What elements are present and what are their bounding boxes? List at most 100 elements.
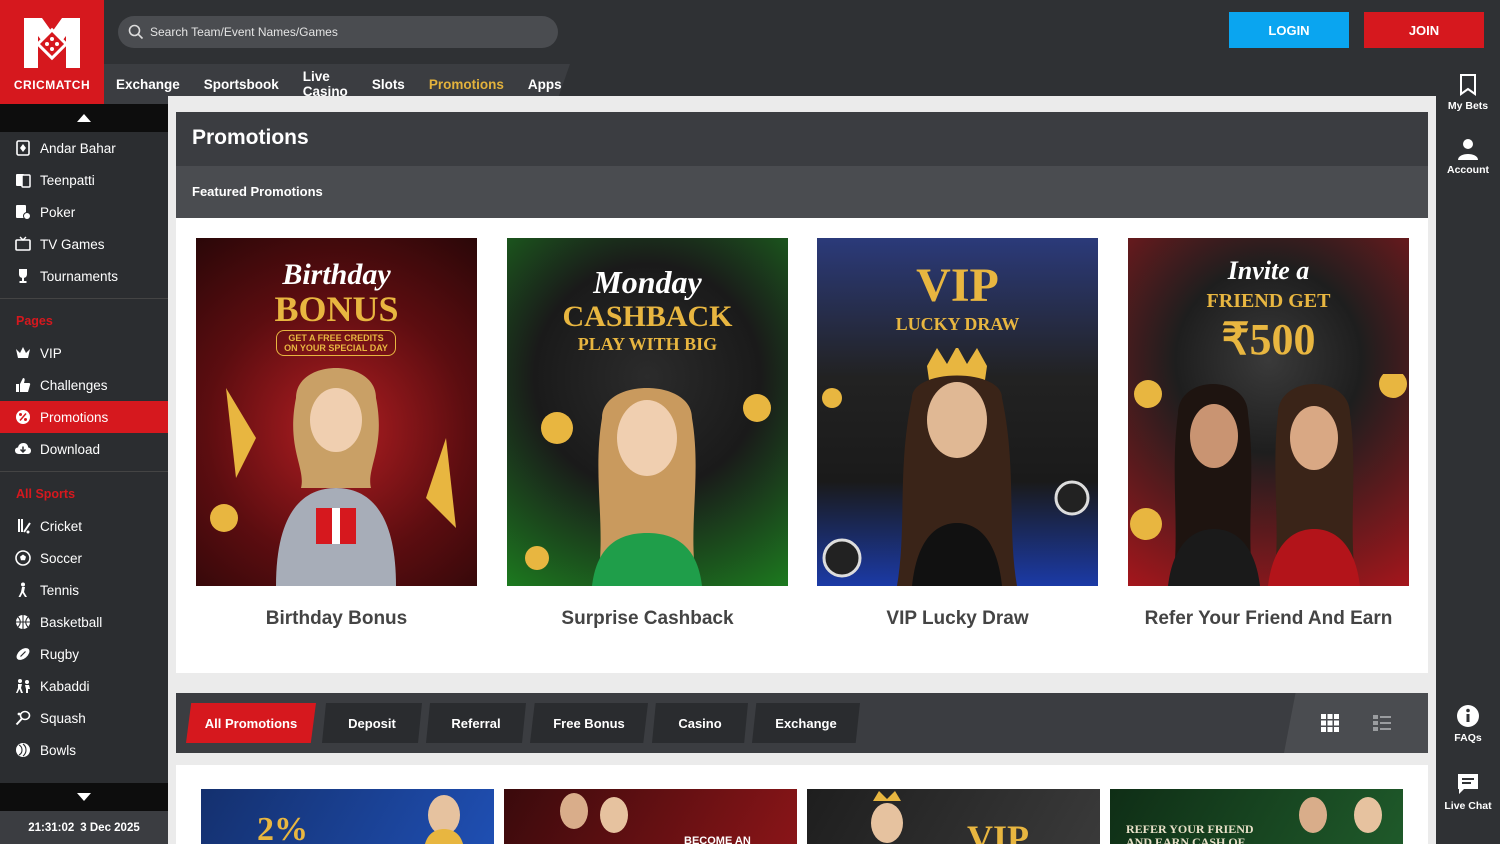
crown-icon <box>14 344 32 362</box>
brand-logo-mark <box>24 18 80 68</box>
sidebar-item-label: Squash <box>40 710 86 726</box>
sidebar-heading-pages: Pages <box>16 314 53 328</box>
grid-view-icon[interactable] <box>1320 713 1340 733</box>
promo-card-title: VIP Lucky Draw <box>886 608 1029 629</box>
live-chat-label: Live Chat <box>1444 800 1492 812</box>
trophy-icon <box>14 267 32 285</box>
filter-deposit[interactable]: Deposit <box>322 703 422 743</box>
caret-up-icon <box>77 114 91 122</box>
nav-apps[interactable]: Apps <box>528 77 562 92</box>
sidebar-item-teenpatti[interactable]: Teenpatti <box>0 164 168 196</box>
thumb-text: 2% <box>257 811 308 844</box>
search-bar[interactable] <box>118 16 558 48</box>
live-chat-button[interactable]: Live Chat <box>1436 772 1500 812</box>
clock-time: 21:31:02 <box>28 821 75 834</box>
page-title: Promotions <box>192 126 309 149</box>
promo-thumb-vip[interactable]: VIP <box>807 789 1100 844</box>
nav-slots[interactable]: Slots <box>372 77 405 92</box>
promo-card-refer-friend[interactable]: Invite a FRIEND GET ₹500 Refer Your Frie… <box>1128 238 1409 630</box>
nav-sportsbook[interactable]: Sportsbook <box>204 77 279 92</box>
sidebar-item-bowls[interactable]: Bowls <box>0 734 168 766</box>
tv-icon <box>14 235 32 253</box>
filter-exchange[interactable]: Exchange <box>752 703 860 743</box>
promo-card-birthday-bonus[interactable]: Birthday BONUS GET A FREE CREDITS ON YOU… <box>196 238 477 630</box>
sidebar-item-tennis[interactable]: Tennis <box>0 574 168 606</box>
rugby-icon <box>14 645 32 663</box>
info-icon <box>1457 705 1479 727</box>
faqs-button[interactable]: FAQs <box>1436 704 1500 744</box>
join-button[interactable]: JOIN <box>1364 12 1484 48</box>
faqs-label: FAQs <box>1454 732 1482 744</box>
promo-card-title: Surprise Cashback <box>561 608 734 629</box>
sidebar-item-squash[interactable]: Squash <box>0 702 168 734</box>
sidebar-divider <box>0 471 168 472</box>
sidebar-item-basketball[interactable]: Basketball <box>0 606 168 638</box>
soccer-icon <box>14 549 32 567</box>
filter-referral[interactable]: Referral <box>426 703 526 743</box>
promo-card-title: Birthday Bonus <box>265 608 408 629</box>
sidebar-item-andar-bahar[interactable]: Andar Bahar <box>0 132 168 164</box>
sidebar-item-label: Kabaddi <box>40 678 90 694</box>
sidebar-item-rugby[interactable]: Rugby <box>0 638 168 670</box>
sidebar-item-soccer[interactable]: Soccer <box>0 542 168 574</box>
sidebar-item-label: Tournaments <box>40 268 119 284</box>
view-toggle-area <box>1284 693 1428 753</box>
clock-date: 3 Dec 2025 <box>80 821 140 834</box>
sidebar-item-kabaddi[interactable]: Kabaddi <box>0 670 168 702</box>
caret-down-icon <box>77 793 91 801</box>
sidebar-item-download[interactable]: Download <box>0 433 168 465</box>
promo-thumb-refer-friend[interactable]: REFER YOUR FRIEND AND EARN CASH OF <box>1110 789 1403 844</box>
sidebar-item-cricket[interactable]: Cricket <box>0 510 168 542</box>
card-art-line2: CASHBACK <box>562 300 733 333</box>
promo-thumb-referral[interactable]: BECOME AN <box>504 789 797 844</box>
search-input[interactable] <box>150 25 530 39</box>
andar-bahar-icon <box>14 139 32 157</box>
download-icon <box>14 440 32 458</box>
list-view-icon[interactable] <box>1372 713 1392 733</box>
thumb-text: REFER YOUR FRIEND AND EARN CASH OF <box>1126 822 1254 844</box>
sidebar-item-tv-games[interactable]: TV Games <box>0 228 168 260</box>
bookmark-icon <box>1460 74 1476 96</box>
sidebar-item-label: Download <box>40 441 101 457</box>
sidebar-scroll-up[interactable] <box>0 104 168 132</box>
brand-logo[interactable]: CRICMATCH <box>0 0 104 104</box>
my-bets-button[interactable]: My Bets <box>1436 74 1500 112</box>
sidebar-item-challenges[interactable]: Challenges <box>0 369 168 401</box>
account-button[interactable]: Account <box>1436 138 1500 176</box>
thumb-text: BECOME AN <box>684 835 751 844</box>
main-content: Promotions Featured Promotions Birthday … <box>168 96 1436 844</box>
sidebar-item-label: Teenpatti <box>40 172 95 188</box>
search-icon <box>128 24 144 40</box>
promo-card-surprise-cashback[interactable]: Monday CASHBACK PLAY WITH BIG Surprise C… <box>507 238 788 630</box>
nav-exchange[interactable]: Exchange <box>116 77 180 92</box>
sidebar-item-vip[interactable]: VIP <box>0 337 168 369</box>
login-button[interactable]: LOGIN <box>1229 12 1349 48</box>
chat-icon <box>1458 774 1478 794</box>
teenpatti-icon <box>14 171 32 189</box>
promo-card-vip-lucky-draw[interactable]: VIP LUCKY DRAW VIP Lucky Draw <box>817 238 1098 630</box>
sidebar-item-promotions[interactable]: Promotions <box>0 401 168 433</box>
promo-card-image: Invite a FRIEND GET ₹500 <box>1128 238 1409 586</box>
filter-free-bonus[interactable]: Free Bonus <box>530 703 648 743</box>
card-art-line1: Invite a <box>1227 256 1310 285</box>
sidebar-scroll-down[interactable] <box>0 783 168 811</box>
card-art-line3: PLAY WITH BIG <box>577 334 718 354</box>
sidebar-item-tournaments[interactable]: Tournaments <box>0 260 168 292</box>
filter-all-promotions[interactable]: All Promotions <box>186 703 316 743</box>
sidebar-item-label: Bowls <box>40 742 77 758</box>
sidebar-item-poker[interactable]: Poker <box>0 196 168 228</box>
card-art-line3: GET A FREE CREDITS ON YOUR SPECIAL DAY <box>276 330 396 356</box>
promo-person-illustration <box>871 791 903 843</box>
nav-promotions[interactable]: Promotions <box>429 77 504 92</box>
poker-icon <box>14 203 32 221</box>
sidebar-heading-all-sports: All Sports <box>16 487 76 501</box>
promo-person-illustration <box>525 388 771 586</box>
sidebar-item-label: VIP <box>40 345 62 361</box>
nav-live-casino[interactable]: Live Casino <box>303 69 348 99</box>
card-art-line3: LUCKY DRAW <box>895 314 1020 334</box>
thumbs-up-icon <box>14 376 32 394</box>
promo-thumb-deposit[interactable]: 2% <box>201 789 494 844</box>
filter-casino[interactable]: Casino <box>652 703 748 743</box>
promotions-grid: 2% BECOME AN VIP REFER YOUR FRIEND AND E… <box>176 765 1428 844</box>
promotions-header: Promotions Featured Promotions <box>176 112 1428 234</box>
